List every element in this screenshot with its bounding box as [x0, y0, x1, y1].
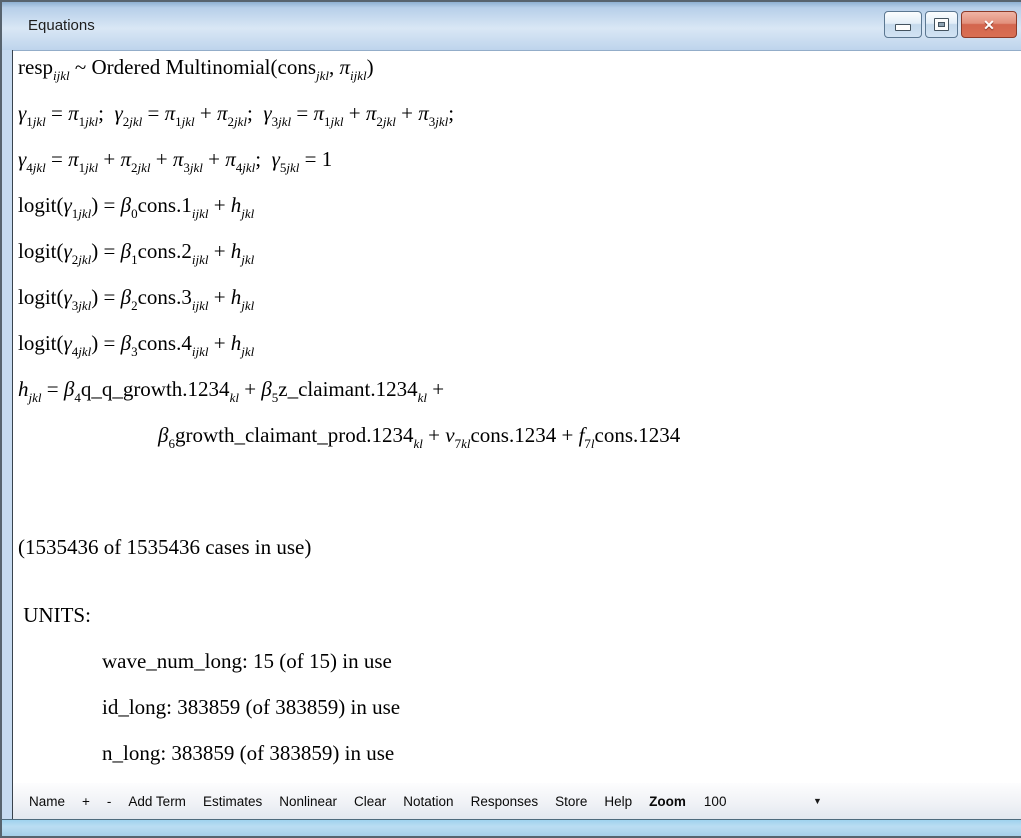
toolbar-button-notation[interactable]: Notation: [403, 794, 453, 809]
toolbar-button-clear[interactable]: Clear: [354, 794, 386, 809]
toolbar-button-store[interactable]: Store: [555, 794, 587, 809]
logit-equation-3[interactable]: logit(γ3jkl) = β2cons.3ijkl + hjkl: [18, 285, 1021, 331]
cumulative-probabilities-line-1[interactable]: γ1jkl = π1jkl; γ2jkl = π1jkl + π2jkl; γ3…: [18, 101, 1021, 147]
random-part-line-1[interactable]: hjkl = β4q_q_growth.1234kl + β5z_claiman…: [18, 377, 1021, 423]
random-part-line-2[interactable]: β6growth_claimant_prod.1234kl + v7klcons…: [158, 423, 1021, 469]
minimize-icon: [895, 24, 911, 31]
logit-equation-2[interactable]: logit(γ2jkl) = β1cons.2ijkl + hjkl: [18, 239, 1021, 285]
equations-window: Equations ✕ respijkl ~ Ordered Multinomi…: [0, 0, 1021, 838]
close-icon: ✕: [983, 18, 995, 32]
toolbar-button-nonlinear[interactable]: Nonlinear: [279, 794, 337, 809]
cumulative-probabilities-line-2[interactable]: γ4jkl = π1jkl + π2jkl + π3jkl + π4jkl; γ…: [18, 147, 1021, 193]
logit-equation-1[interactable]: logit(γ1jkl) = β0cons.1ijkl + hjkl: [18, 193, 1021, 239]
toolbar-button-plus[interactable]: +: [82, 794, 90, 809]
logit-equation-4[interactable]: logit(γ4jkl) = β3cons.4ijkl + hjkl: [18, 331, 1021, 377]
zoom-button[interactable]: Zoom: [649, 794, 686, 809]
toolbar-button-responses[interactable]: Responses: [471, 794, 539, 809]
units-id-long-line: id_long: 383859 (of 383859) in use: [102, 695, 1021, 741]
toolbar-button-help[interactable]: Help: [604, 794, 632, 809]
main-area: respijkl ~ Ordered Multinomial(consjkl, …: [13, 50, 1021, 819]
cases-in-use-line: (1535436 of 1535436 cases in use): [18, 535, 1021, 581]
units-header-line: UNITS:: [18, 603, 1021, 649]
window-frame-bottom: [2, 819, 1021, 836]
minimize-button[interactable]: [884, 11, 922, 38]
window-body: respijkl ~ Ordered Multinomial(consjkl, …: [2, 50, 1021, 819]
toolbar: Name + - Add Term Estimates Nonlinear Clear Not…: [13, 783, 1021, 819]
units-n-long-line: n_long: 383859 (of 383859) in use: [102, 741, 1021, 783]
toolbar-button-estimates[interactable]: Estimates: [203, 794, 262, 809]
units-wave-num-long-line: wave_num_long: 15 (of 15) in use: [102, 649, 1021, 695]
zoom-level-select[interactable]: 100 ▼: [698, 792, 828, 811]
equation-lines: respijkl ~ Ordered Multinomial(consjkl, …: [18, 55, 1021, 783]
zoom-level-value: 100: [704, 794, 727, 809]
response-distribution-line[interactable]: respijkl ~ Ordered Multinomial(consjkl, …: [18, 55, 1021, 101]
window-frame-left: [2, 50, 13, 819]
toolbar-button-minus[interactable]: -: [107, 794, 112, 809]
toolbar-button-add-term[interactable]: Add Term: [128, 794, 186, 809]
window-title: Equations: [28, 17, 95, 34]
maximize-icon: [934, 18, 949, 31]
maximize-button[interactable]: [925, 11, 958, 38]
titlebar[interactable]: Equations ✕: [2, 2, 1021, 50]
equations-pane[interactable]: respijkl ~ Ordered Multinomial(consjkl, …: [13, 51, 1021, 783]
close-button[interactable]: ✕: [961, 11, 1017, 38]
toolbar-button-name[interactable]: Name: [29, 794, 65, 809]
caption-buttons: ✕: [884, 11, 1017, 38]
dropdown-arrow-icon: ▼: [813, 796, 822, 806]
